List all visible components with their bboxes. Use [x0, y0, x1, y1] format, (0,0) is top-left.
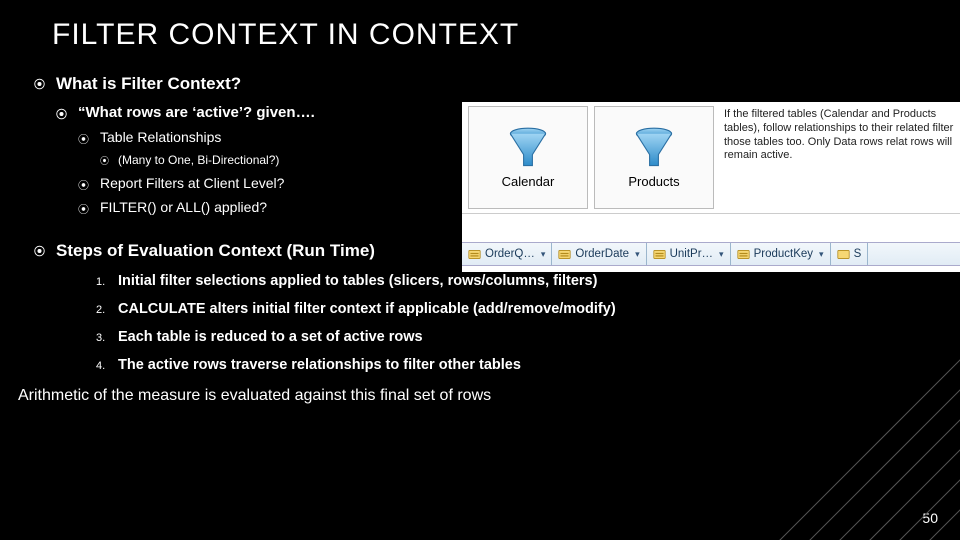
diagram-note: If the filtered tables (Calendar and Pro… — [714, 102, 960, 213]
step-2: 2.CALCULATE alters initial filter contex… — [96, 301, 926, 317]
field-orderdate-label: OrderDate — [575, 248, 629, 260]
field-unitpr: UnitPr… ▾ — [647, 243, 731, 265]
heading-what-is: What is Filter Context? — [34, 74, 926, 94]
step-4-text: The active rows traverse relationships t… — [118, 357, 521, 373]
step-1-text: Initial filter selections applied to tab… — [118, 273, 597, 289]
funnel-products-label: Products — [628, 174, 679, 189]
step-3-text: Each table is reduced to a set of active… — [118, 329, 423, 345]
field-orderq: OrderQ… ▾ — [462, 243, 552, 265]
step-4: 4.The active rows traverse relationships… — [96, 357, 926, 373]
field-orderq-label: OrderQ… — [485, 248, 535, 260]
field-icon — [837, 248, 850, 261]
page-number: 50 — [922, 510, 938, 526]
field-icon — [737, 248, 750, 261]
field-productkey-label: ProductKey — [754, 248, 813, 260]
dropdown-icon: ▾ — [635, 249, 640, 260]
step-3: 3.Each table is reduced to a set of acti… — [96, 329, 926, 345]
dropdown-icon: ▾ — [541, 249, 546, 260]
slide: FILTER CONTEXT IN CONTEXT What is Filter… — [0, 0, 960, 540]
field-productkey: ProductKey ▾ — [731, 243, 831, 265]
dropdown-icon: ▾ — [719, 249, 724, 260]
funnels-row: Calendar Products If the filtered tables… — [462, 102, 960, 214]
field-unitpr-label: UnitPr… — [670, 248, 713, 260]
field-icon — [468, 248, 481, 261]
field-icon — [653, 248, 666, 261]
field-s-label: S — [854, 248, 862, 260]
funnel-icon — [632, 126, 676, 170]
funnel-products: Products — [594, 106, 714, 209]
field-icon — [558, 248, 571, 261]
slide-title: FILTER CONTEXT IN CONTEXT — [52, 18, 926, 52]
field-s: S — [831, 243, 869, 265]
dropdown-icon: ▾ — [819, 249, 824, 260]
step-1: 1.Initial filter selections applied to t… — [96, 273, 926, 289]
arithmetic-line: Arithmetic of the measure is evaluated a… — [18, 387, 926, 405]
diagram-panel: Calendar Products If the filtered tables… — [462, 102, 960, 272]
pivot-field-row: OrderQ… ▾ OrderDate ▾ UnitPr… ▾ ProductKey ▾… — [462, 242, 960, 266]
step-2-text: CALCULATE alters initial filter context … — [118, 301, 616, 317]
funnel-icon — [506, 126, 550, 170]
funnel-calendar: Calendar — [468, 106, 588, 209]
funnel-calendar-label: Calendar — [502, 174, 555, 189]
field-orderdate: OrderDate ▾ — [552, 243, 646, 265]
steps-list: 1.Initial filter selections applied to t… — [96, 273, 926, 373]
